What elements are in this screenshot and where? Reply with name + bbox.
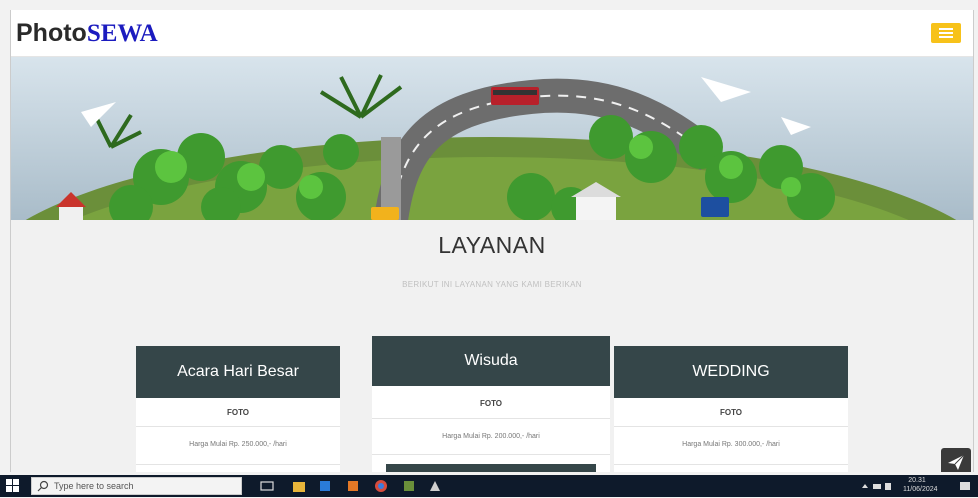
service-card-wisuda: Wisuda FOTO Harga Mulai Rp. 200.000,- /h… xyxy=(372,336,610,472)
taskbar-search-box[interactable]: Type here to search xyxy=(31,477,242,495)
brand-sewa-text: SEWA xyxy=(86,20,158,47)
card-title: Acara Hari Besar xyxy=(136,346,340,398)
card-divider xyxy=(614,464,848,465)
file-explorer-icon[interactable] xyxy=(292,479,306,493)
navbar: PhotoSEWA xyxy=(11,10,973,57)
service-card-acara: Acara Hari Besar FOTO Harga Mulai Rp. 25… xyxy=(136,346,340,472)
card-title: WEDDING xyxy=(614,346,848,398)
app-icon[interactable] xyxy=(402,479,416,493)
card-order-button[interactable] xyxy=(386,464,596,472)
clock-time: 20.31 xyxy=(908,477,926,484)
chrome-icon[interactable] xyxy=(374,479,388,493)
card-label: FOTO xyxy=(479,399,503,408)
clock-date: 11/06/2024 xyxy=(903,486,938,493)
hamburger-icon xyxy=(939,32,953,34)
windows-logo-icon xyxy=(6,479,19,492)
hero-banner-image xyxy=(11,57,973,220)
hamburger-icon xyxy=(939,36,953,38)
office-icon[interactable] xyxy=(346,479,360,493)
card-divider xyxy=(372,454,610,455)
clock[interactable]: 20.31 11/06/2024 xyxy=(903,476,938,494)
hamburger-icon xyxy=(939,28,953,30)
start-button[interactable] xyxy=(6,479,20,493)
card-divider xyxy=(136,426,340,427)
service-card-wedding: WEDDING FOTO Harga Mulai Rp. 300.000,- /… xyxy=(614,346,848,472)
windows-taskbar: Type here to search 20.31 11/06/2024 xyxy=(0,475,978,497)
card-price: Harga Mulai Rp. 200.000,- /hari xyxy=(442,433,540,440)
section-title: LAYANAN xyxy=(438,232,546,258)
browser-viewport: PhotoSEWA LAYANAN BERIKUT INI LAYANAN YA… xyxy=(10,10,974,472)
search-icon xyxy=(37,480,49,492)
store-icon[interactable] xyxy=(318,479,332,493)
section-subtitle: BERIKUT INI LAYANAN YANG KAMI BERIKAN xyxy=(402,280,582,289)
card-divider xyxy=(372,418,610,419)
card-title: Wisuda xyxy=(372,336,610,386)
brand-logo[interactable]: PhotoSEWA xyxy=(16,18,158,49)
card-price: Harga Mulai Rp. 250.000,- /hari xyxy=(189,441,287,448)
menu-toggle-button[interactable] xyxy=(931,23,961,43)
card-price: Harga Mulai Rp. 300.000,- /hari xyxy=(682,441,780,448)
back-to-top-button[interactable] xyxy=(941,448,971,472)
task-view-icon[interactable] xyxy=(260,479,274,493)
paint-icon[interactable] xyxy=(428,479,442,493)
brand-photo-text: Photo xyxy=(16,19,87,47)
search-placeholder: Type here to search xyxy=(54,481,134,491)
card-divider xyxy=(614,426,848,427)
system-tray-icons[interactable] xyxy=(860,479,894,493)
card-label: FOTO xyxy=(719,408,743,417)
notification-icon[interactable] xyxy=(958,479,972,493)
card-divider xyxy=(136,464,340,465)
card-label: FOTO xyxy=(226,408,250,417)
paper-plane-icon xyxy=(948,454,965,470)
hero-illustration xyxy=(11,57,973,220)
